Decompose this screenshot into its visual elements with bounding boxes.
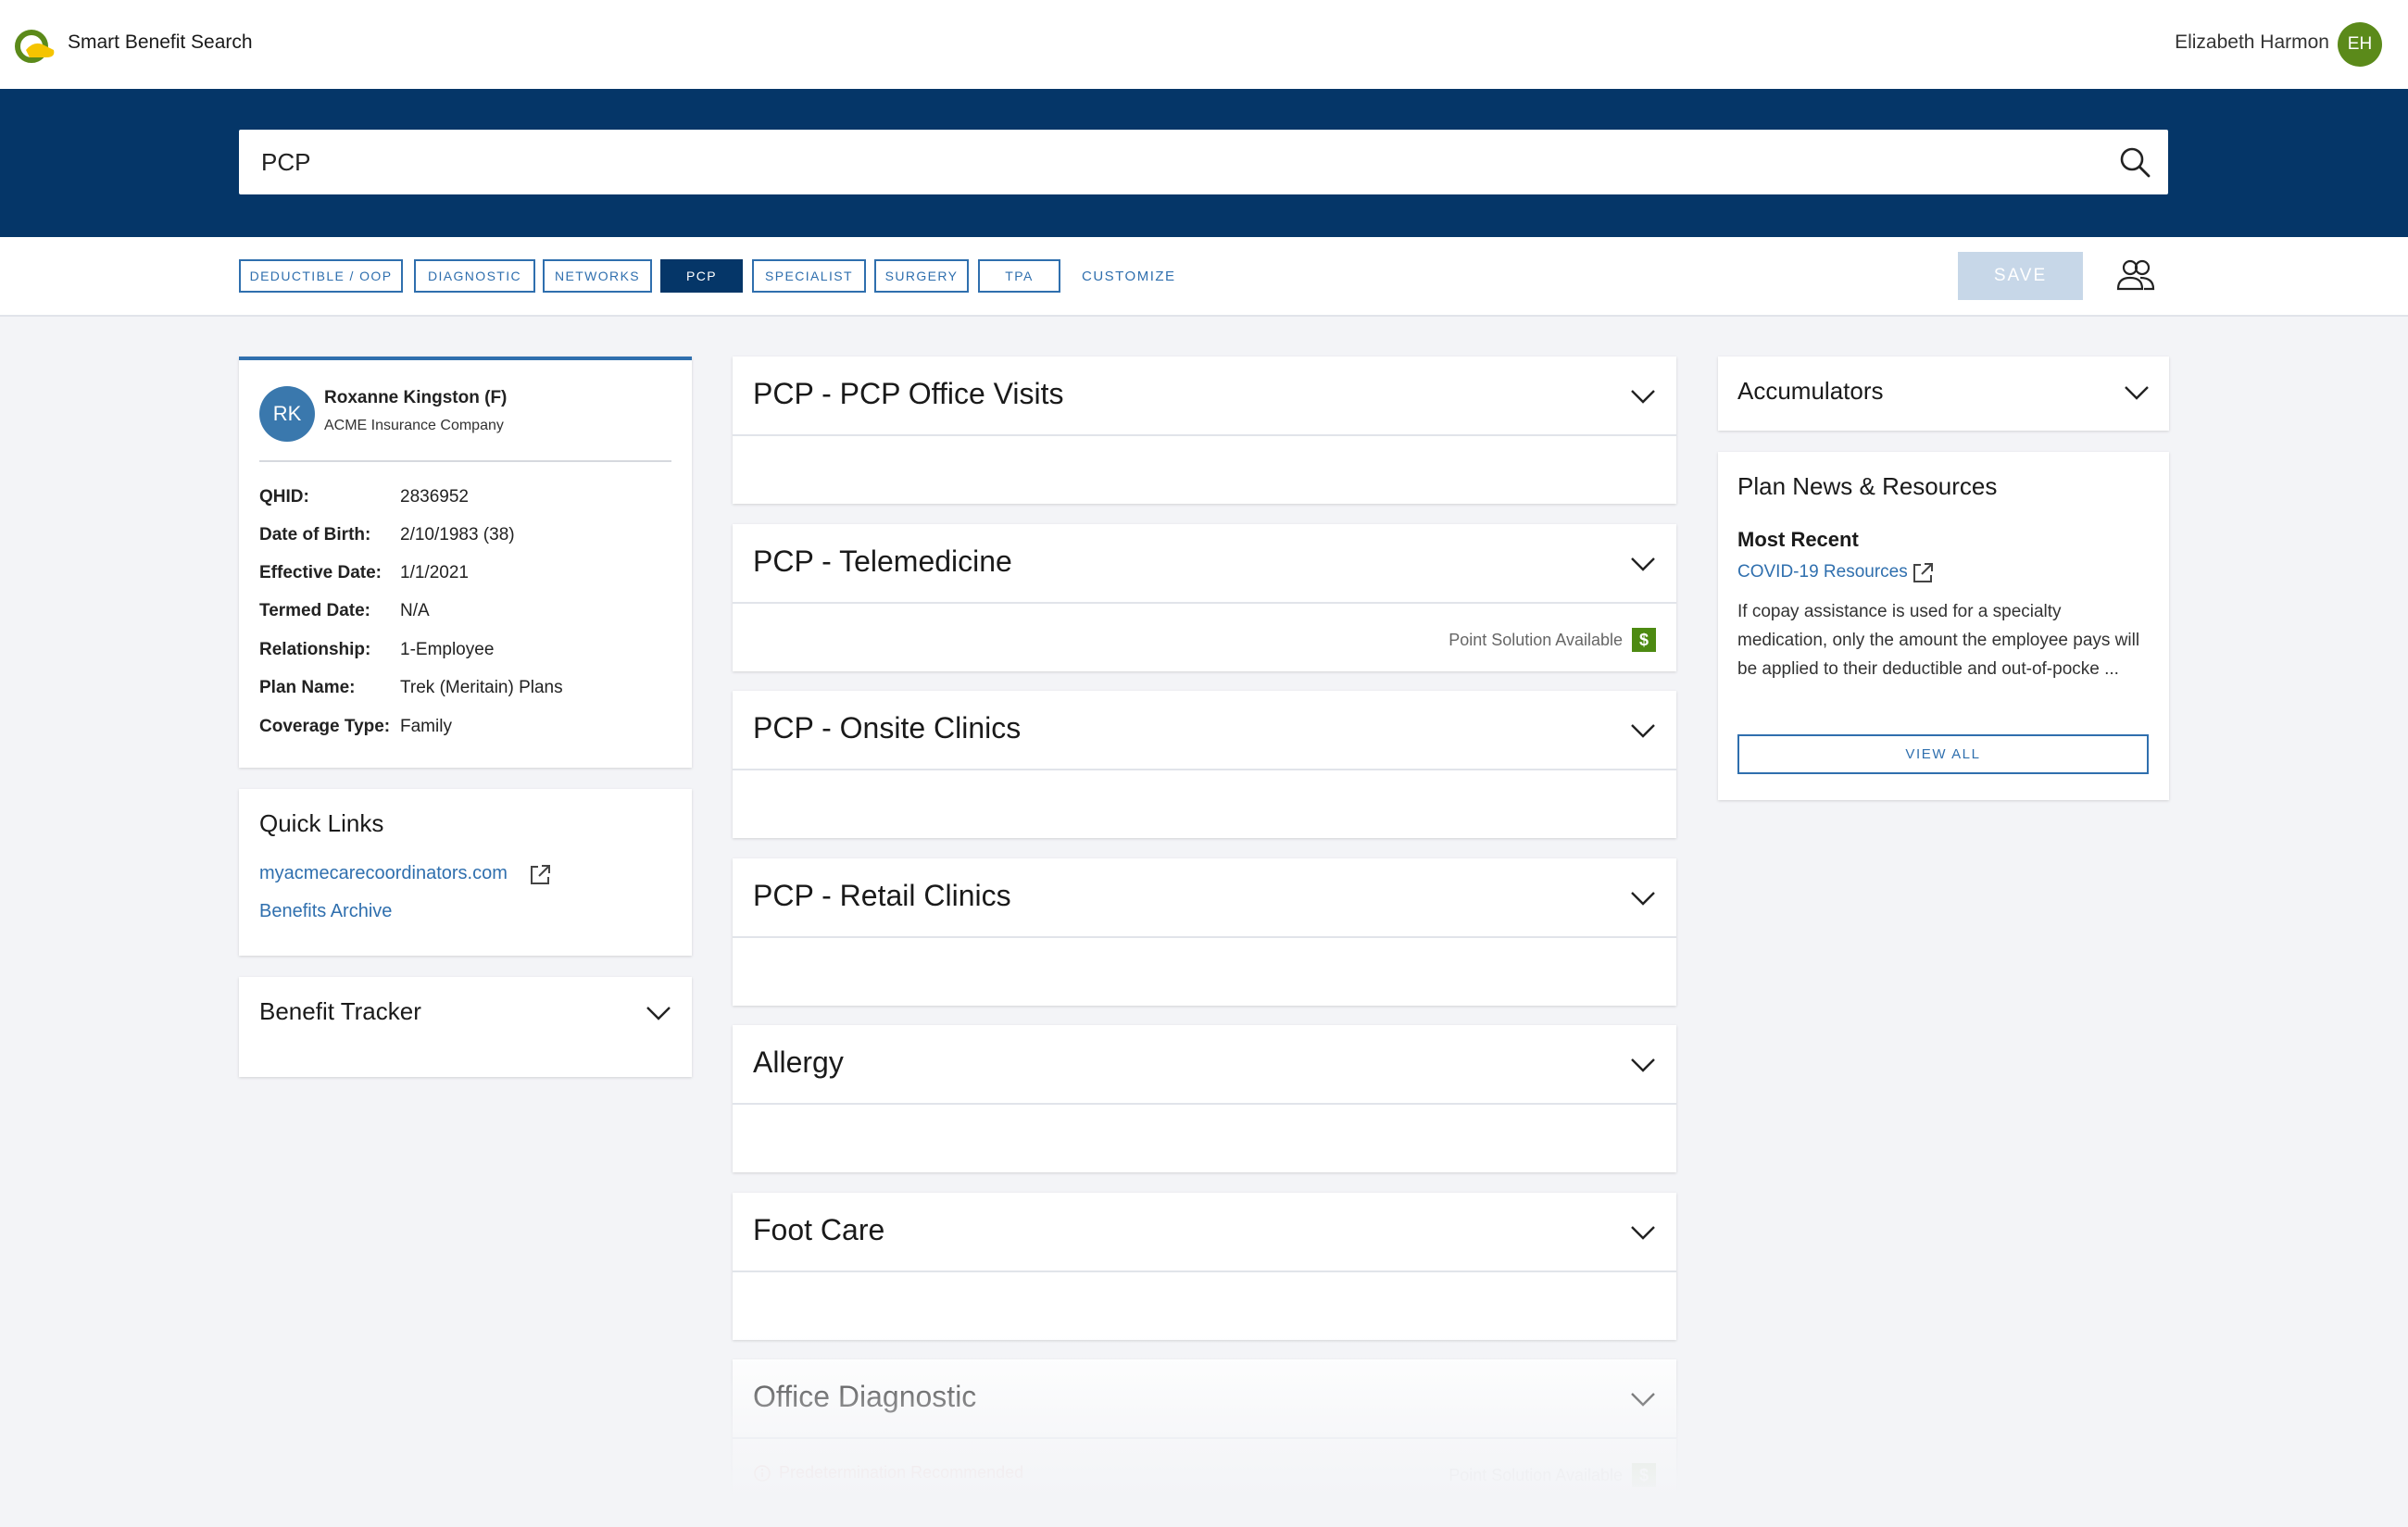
plan-news-title: Plan News & Resources <box>1737 472 1998 500</box>
benefit-title: PCP - Retail Clinics <box>753 879 1011 912</box>
most-recent-heading: Most Recent <box>1737 528 1859 551</box>
dollar-icon: $ <box>1632 1463 1656 1487</box>
benefit-title: Office Diagnostic <box>753 1380 977 1413</box>
point-solution-label: Point Solution Available <box>1449 1465 1623 1484</box>
info-label: Coverage Type: <box>259 717 391 736</box>
info-value: 2836952 <box>400 487 469 507</box>
user-name[interactable]: Elizabeth Harmon <box>2175 31 2329 54</box>
quick-links-title: Quick Links <box>259 809 384 837</box>
benefit-header[interactable]: PCP - PCP Office Visits <box>733 357 1676 436</box>
member-name: Roxanne Kingston (F) <box>324 388 508 407</box>
info-value: Family <box>400 717 452 736</box>
accumulators-title: Accumulators <box>1737 377 1884 405</box>
info-label: Plan Name: <box>259 678 356 697</box>
info-label: Date of Birth: <box>259 525 371 544</box>
info-value: Trek (Meritain) Plans <box>400 678 563 697</box>
member-card: RK Roxanne Kingston (F) ACME Insurance C… <box>239 357 692 768</box>
quick-link-care-coordinators[interactable]: myacmecarecoordinators.com <box>259 863 508 884</box>
info-value: 1-Employee <box>400 640 495 659</box>
benefit-header[interactable]: PCP - Onsite Clinics <box>733 691 1676 770</box>
point-solution-indicator: Point Solution Available $ <box>1449 1463 1656 1487</box>
search-box <box>239 130 2168 194</box>
customize-link[interactable]: CUSTOMIZE <box>1082 269 1176 284</box>
chevron-down-icon[interactable] <box>1630 722 1656 739</box>
chip-diagnostic[interactable]: DIAGNOSTIC <box>414 259 535 293</box>
info-value: N/A <box>400 601 430 620</box>
chevron-down-icon[interactable] <box>1630 556 1656 572</box>
point-solution-indicator: Point Solution Available $ <box>1449 628 1656 652</box>
accumulators-card[interactable]: Accumulators <box>1718 357 2169 431</box>
dollar-icon: $ <box>1632 628 1656 652</box>
member-company: ACME Insurance Company <box>324 418 504 433</box>
view-all-button[interactable]: VIEW ALL <box>1737 734 2149 774</box>
info-value: 2/10/1983 (38) <box>400 525 515 544</box>
chip-tpa[interactable]: TPA <box>978 259 1060 293</box>
chip-surgery[interactable]: SURGERY <box>874 259 969 293</box>
info-label: Termed Date: <box>259 601 371 620</box>
info-value: 1/1/2021 <box>400 563 469 582</box>
quick-link-benefits-archive[interactable]: Benefits Archive <box>259 901 392 922</box>
search-input[interactable] <box>261 130 2076 194</box>
info-label: Relationship: <box>259 640 371 659</box>
benefit-card-allergy: Allergy <box>733 1025 1676 1172</box>
benefit-card-pcp-office-visits: PCP - PCP Office Visits <box>733 357 1676 504</box>
external-link-icon[interactable] <box>528 863 552 887</box>
benefit-header[interactable]: PCP - Retail Clinics <box>733 858 1676 938</box>
benefit-title: PCP - PCP Office Visits <box>753 377 1064 410</box>
point-solution-label: Point Solution Available <box>1449 630 1623 649</box>
info-icon <box>754 1464 771 1482</box>
chip-deductible-oop[interactable]: DEDUCTIBLE / OOP <box>239 259 403 293</box>
benefit-title: PCP - Telemedicine <box>753 544 1012 578</box>
chip-networks[interactable]: NETWORKS <box>543 259 652 293</box>
chevron-down-icon[interactable] <box>1630 890 1656 907</box>
user-avatar[interactable]: EH <box>2338 22 2382 67</box>
benefit-title: Allergy <box>753 1045 844 1079</box>
plan-news-card: Plan News & Resources Most Recent COVID-… <box>1718 452 2169 800</box>
benefit-header[interactable]: Allergy <box>733 1025 1676 1105</box>
chip-pcp[interactable]: PCP <box>660 259 743 293</box>
news-body: If copay assistance is used for a specia… <box>1737 602 2140 679</box>
benefit-tracker-title: Benefit Tracker <box>259 997 421 1025</box>
covid-resources-link[interactable]: COVID-19 Resources <box>1737 562 1908 582</box>
divider <box>259 460 671 462</box>
people-icon[interactable] <box>2116 257 2155 293</box>
benefit-card-foot-care: Foot Care <box>733 1193 1676 1340</box>
benefit-title: Foot Care <box>753 1213 885 1246</box>
info-label: QHID: <box>259 487 309 507</box>
external-link-icon[interactable] <box>1911 561 1935 585</box>
info-label: Effective Date: <box>259 563 382 582</box>
app-title: Smart Benefit Search <box>68 31 253 53</box>
chip-specialist[interactable]: SPECIALIST <box>752 259 866 293</box>
chevron-down-icon[interactable] <box>1630 1224 1656 1241</box>
predetermination-label: Predetermination Recommended <box>779 1463 1024 1482</box>
chevron-down-icon[interactable] <box>2124 384 2150 401</box>
app-logo-icon <box>15 30 55 63</box>
benefit-card-onsite-clinics: PCP - Onsite Clinics <box>733 691 1676 838</box>
chevron-down-icon[interactable] <box>1630 388 1656 405</box>
top-bar: Smart Benefit Search Elizabeth Harmon EH <box>0 0 2408 89</box>
benefit-header[interactable]: Office Diagnostic <box>733 1359 1676 1439</box>
predetermination-indicator: Predetermination Recommended <box>753 1463 1023 1483</box>
benefit-card-telemedicine: PCP - Telemedicine Point Solution Availa… <box>733 524 1676 671</box>
chevron-down-icon[interactable] <box>646 1005 671 1021</box>
quick-links-card: Quick Links myacmecarecoordinators.com B… <box>239 789 692 956</box>
benefit-title: PCP - Onsite Clinics <box>753 711 1022 745</box>
benefit-card-retail-clinics: PCP - Retail Clinics <box>733 858 1676 1006</box>
save-button[interactable]: SAVE <box>1958 252 2083 300</box>
member-avatar: RK <box>259 386 315 442</box>
search-icon[interactable] <box>2118 145 2151 179</box>
chevron-down-icon[interactable] <box>1630 1057 1656 1073</box>
benefit-card-office-diagnostic: Office Diagnostic Predetermination Recom… <box>733 1359 1676 1507</box>
chevron-down-icon[interactable] <box>1630 1391 1656 1408</box>
benefit-header[interactable]: PCP - Telemedicine <box>733 524 1676 604</box>
benefit-header[interactable]: Foot Care <box>733 1193 1676 1272</box>
benefit-tracker-card[interactable]: Benefit Tracker <box>239 977 692 1077</box>
